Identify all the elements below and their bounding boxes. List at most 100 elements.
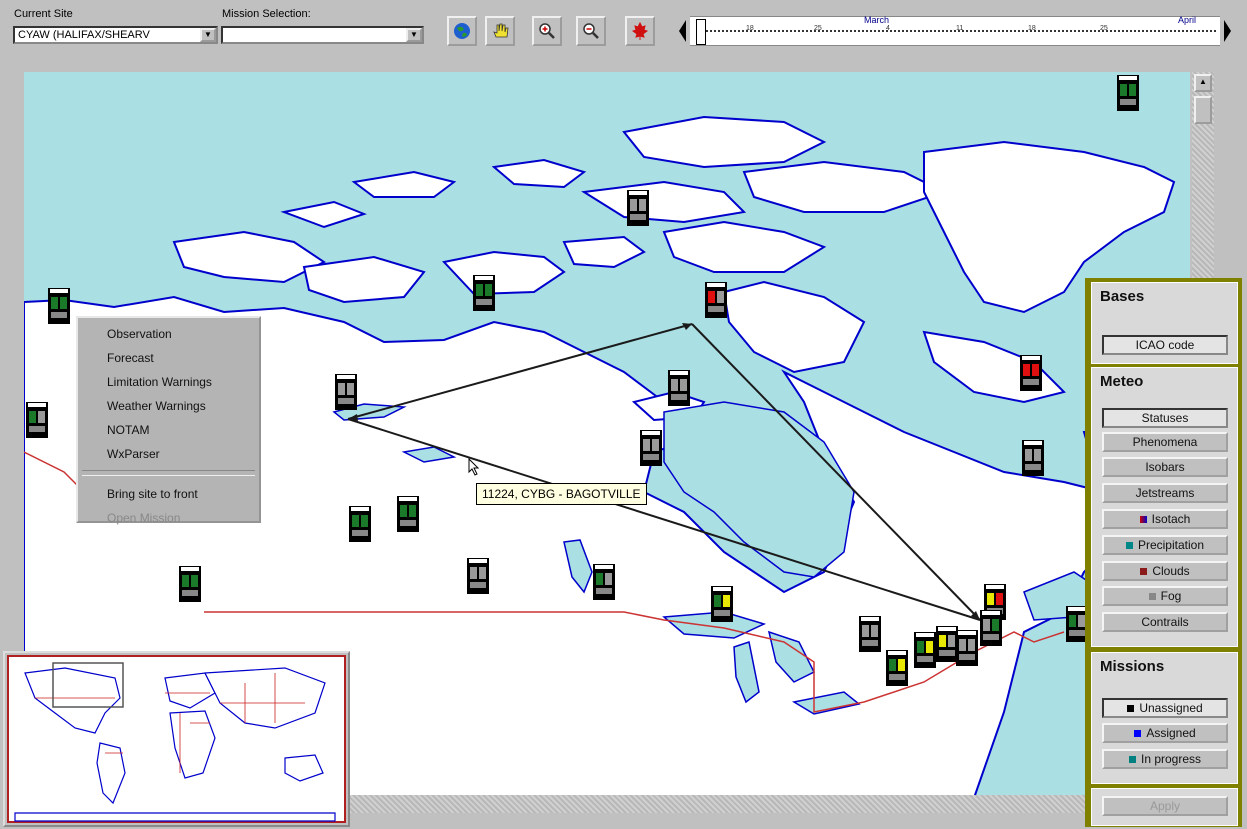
weather-station[interactable] bbox=[179, 566, 201, 602]
zoom-in-icon bbox=[539, 23, 555, 39]
weather-station[interactable] bbox=[886, 650, 908, 686]
arctic-island-4 bbox=[491, 158, 587, 189]
arctic-island-10 bbox=[662, 220, 827, 273]
weather-station[interactable] bbox=[914, 632, 936, 668]
apply-button[interactable]: Apply bbox=[1102, 796, 1228, 816]
timeline-cursor[interactable] bbox=[696, 19, 706, 45]
map-horizontal-scrollbar[interactable] bbox=[350, 795, 1090, 813]
weather-station[interactable] bbox=[593, 564, 615, 600]
icao-code-button[interactable]: ICAO code bbox=[1102, 335, 1228, 355]
unassigned-label: Unassigned bbox=[1139, 701, 1203, 715]
globe-icon bbox=[454, 23, 470, 39]
maple-leaf-icon bbox=[631, 21, 649, 40]
weather-station[interactable] bbox=[397, 496, 419, 532]
pan-button[interactable] bbox=[485, 16, 515, 46]
weather-station[interactable] bbox=[640, 430, 662, 466]
current-site-value: CYAW (HALIFAX/SHEARV bbox=[18, 29, 150, 41]
weather-station[interactable] bbox=[859, 616, 881, 652]
arctic-island-1 bbox=[172, 230, 326, 284]
zoom-out-button[interactable] bbox=[576, 16, 606, 46]
scroll-up-button[interactable]: ▲ bbox=[1194, 74, 1212, 92]
precipitation-button[interactable]: Precipitation bbox=[1102, 535, 1228, 555]
timeline-ruler[interactable]: March April 18 25 4 11 18 25 bbox=[690, 15, 1220, 46]
fog-button[interactable]: Fog bbox=[1102, 586, 1228, 606]
menu-item-wxparser[interactable]: WxParser bbox=[78, 442, 259, 466]
isotach-button[interactable]: Isotach bbox=[1102, 509, 1228, 529]
menu-item-bring-to-front[interactable]: Bring site to front bbox=[78, 482, 259, 506]
unassigned-swatch-icon bbox=[1127, 705, 1135, 713]
weather-station[interactable] bbox=[467, 558, 489, 594]
weather-station[interactable] bbox=[956, 630, 978, 666]
weather-station[interactable] bbox=[335, 374, 357, 410]
clouds-button[interactable]: Clouds bbox=[1102, 561, 1228, 581]
zoom-out-icon bbox=[583, 23, 599, 39]
precipitation-label: Precipitation bbox=[1137, 538, 1205, 552]
fog-swatch-icon bbox=[1148, 593, 1156, 601]
unassigned-button[interactable]: Unassigned bbox=[1102, 698, 1228, 718]
weather-station[interactable] bbox=[26, 402, 48, 438]
isobars-button[interactable]: Isobars bbox=[1102, 457, 1228, 477]
statuses-button[interactable]: Statuses bbox=[1102, 408, 1228, 428]
assigned-swatch-icon bbox=[1134, 730, 1142, 738]
timeline-prev-button[interactable] bbox=[676, 16, 688, 46]
weather-station[interactable] bbox=[473, 275, 495, 311]
arctic-island-6 bbox=[280, 200, 367, 229]
weather-station[interactable] bbox=[668, 370, 690, 406]
missions-group: Missions Unassigned Assigned In progress bbox=[1091, 652, 1238, 784]
bases-title: Bases bbox=[1100, 288, 1145, 305]
assigned-button[interactable]: Assigned bbox=[1102, 723, 1228, 743]
weather-station[interactable] bbox=[627, 190, 649, 226]
weather-station[interactable] bbox=[711, 586, 733, 622]
weather-station[interactable] bbox=[1020, 355, 1042, 391]
phenomena-button[interactable]: Phenomena bbox=[1102, 432, 1228, 452]
weather-station[interactable] bbox=[1117, 75, 1139, 111]
weather-station[interactable] bbox=[1022, 440, 1044, 476]
zoom-in-button[interactable] bbox=[532, 16, 562, 46]
canada-view-button[interactable] bbox=[625, 16, 655, 46]
arctic-island-3 bbox=[442, 250, 566, 296]
scroll-thumb[interactable] bbox=[1194, 96, 1212, 124]
weather-station[interactable] bbox=[980, 610, 1002, 646]
weather-station[interactable] bbox=[705, 282, 727, 318]
globe-button[interactable] bbox=[447, 16, 477, 46]
menu-item-forecast[interactable]: Forecast bbox=[78, 346, 259, 370]
arctic-island-8 bbox=[622, 115, 827, 169]
mission-selection-label: Mission Selection: bbox=[222, 8, 311, 20]
weather-station[interactable] bbox=[936, 626, 958, 662]
world-overview-map[interactable] bbox=[3, 651, 350, 827]
weather-station[interactable] bbox=[349, 506, 371, 542]
menu-separator bbox=[82, 470, 255, 476]
mouse-cursor-icon bbox=[468, 458, 480, 476]
triangle-right-icon bbox=[1224, 20, 1231, 42]
in-progress-button[interactable]: In progress bbox=[1102, 749, 1228, 769]
current-site-select[interactable]: CYAW (HALIFAX/SHEARV ▼ bbox=[13, 26, 218, 44]
contrails-button[interactable]: Contrails bbox=[1102, 612, 1228, 632]
isotach-label: Isotach bbox=[1151, 512, 1191, 526]
assigned-label: Assigned bbox=[1146, 726, 1196, 740]
station-context-menu: Observation Forecast Limitation Warnings… bbox=[76, 316, 261, 525]
chevron-down-icon[interactable]: ▼ bbox=[406, 28, 422, 42]
menu-item-limitation-warnings[interactable]: Limitation Warnings bbox=[78, 370, 259, 394]
timeline-tick: 25 bbox=[1100, 25, 1108, 32]
clouds-swatch-icon bbox=[1140, 568, 1148, 576]
arctic-island-9 bbox=[742, 160, 947, 213]
mission-selection-select[interactable]: ▼ bbox=[221, 26, 424, 44]
timeline-month-april: April bbox=[1178, 15, 1197, 25]
menu-item-notam[interactable]: NOTAM bbox=[78, 418, 259, 442]
menu-item-observation[interactable]: Observation bbox=[78, 322, 259, 346]
timeline-month-march: March bbox=[864, 15, 890, 25]
missions-title: Missions bbox=[1100, 658, 1165, 675]
isotach-swatch-icon bbox=[1139, 516, 1147, 524]
triangle-up-icon: ▲ bbox=[1199, 77, 1207, 86]
jetstreams-button[interactable]: Jetstreams bbox=[1102, 483, 1228, 503]
clouds-label: Clouds bbox=[1152, 564, 1190, 578]
meteo-title: Meteo bbox=[1100, 373, 1144, 390]
timeline-tick: 11 bbox=[956, 25, 964, 32]
weather-station[interactable] bbox=[48, 288, 70, 324]
chevron-down-icon[interactable]: ▼ bbox=[200, 28, 216, 42]
precipitation-swatch-icon bbox=[1125, 542, 1133, 550]
in-progress-swatch-icon bbox=[1128, 756, 1136, 764]
timeline-next-button[interactable] bbox=[1222, 16, 1234, 46]
menu-item-weather-warnings[interactable]: Weather Warnings bbox=[78, 394, 259, 418]
baffin-island-east bbox=[922, 330, 1066, 404]
